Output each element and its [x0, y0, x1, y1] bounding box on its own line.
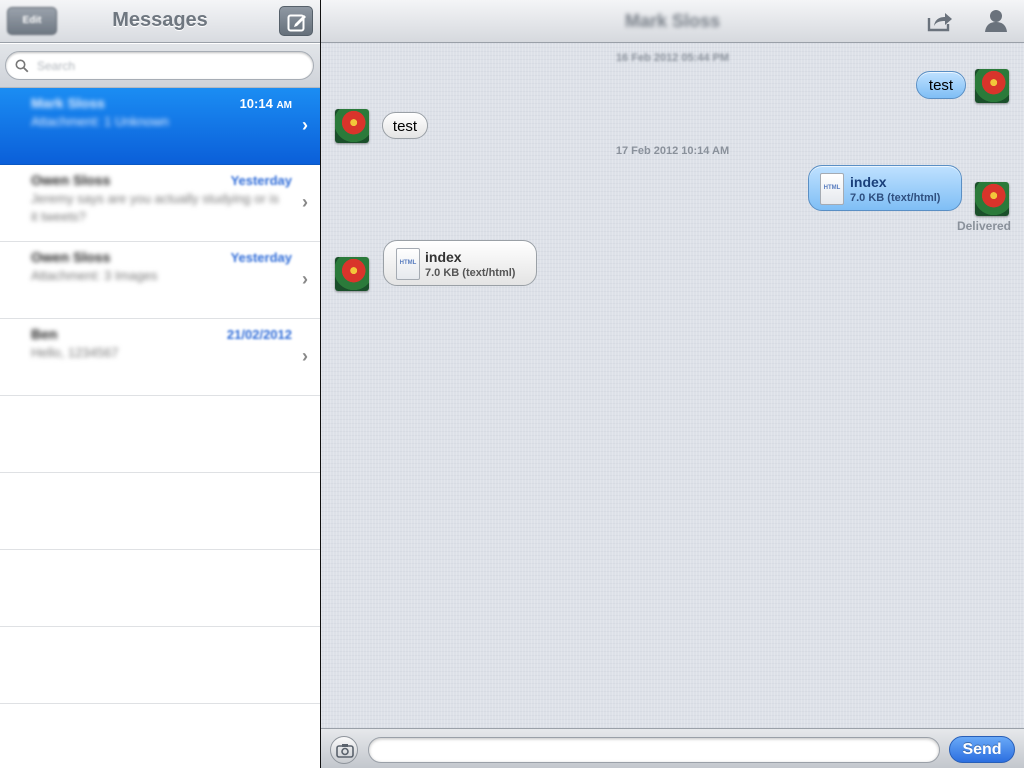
outgoing-attachment-bubble[interactable]: HTML index 7.0 KB (text/html) [808, 165, 962, 211]
chevron-right-icon: › [302, 269, 308, 289]
search-input[interactable]: Search [5, 51, 314, 80]
conversation-name: Ben [31, 326, 58, 342]
message-timestamp: 16 Feb 2012 05:44 PM [615, 52, 730, 64]
conversation-time: Yesterday [230, 173, 292, 188]
conversation-preview: Attachment: 3 Images [31, 268, 158, 283]
conversation-name: Owen Sloss [31, 249, 111, 265]
delivered-status: Delivered [956, 219, 1011, 233]
contact-icon[interactable] [985, 9, 1007, 33]
messages-title: Messages [112, 9, 208, 31]
conversation-time: Yesterday [230, 250, 292, 265]
conversation-item[interactable]: Owen Sloss Yesterday Attachment: 3 Image… [0, 242, 320, 319]
avatar [335, 257, 369, 291]
conversation-name: Mark Sloss [31, 95, 105, 111]
contact-name: Mark Sloss [624, 11, 721, 31]
incoming-message-bubble[interactable]: test [382, 112, 428, 139]
chevron-right-icon: › [302, 192, 308, 212]
camera-icon [336, 744, 354, 758]
compose-icon [287, 14, 306, 32]
attachment-size: 7.0 KB (text/html) [850, 192, 941, 204]
html-file-icon: HTML [820, 173, 844, 205]
conversation-name: Owen Sloss [31, 172, 111, 188]
chevron-right-icon: › [302, 346, 308, 366]
empty-row [0, 396, 320, 473]
compose-bar: Send [321, 728, 1024, 768]
conversation-preview: Jeremy says are you actually studying or… [31, 191, 279, 224]
message-timestamp: 17 Feb 2012 10:14 AM [615, 145, 730, 157]
incoming-attachment-bubble[interactable]: HTML index 7.0 KB (text/html) [383, 240, 537, 286]
search-placeholder: Search [37, 59, 76, 73]
avatar [975, 69, 1009, 103]
attachment-size: 7.0 KB (text/html) [425, 267, 516, 279]
share-icon[interactable] [927, 9, 953, 33]
avatar [975, 182, 1009, 216]
conversation-preview: Attachment: 1 Unknown [31, 114, 170, 129]
message-text: test [928, 77, 954, 94]
thread-nav-bar: Mark Sloss [321, 0, 1024, 43]
search-icon [15, 59, 29, 73]
empty-row [0, 473, 320, 550]
html-file-icon: HTML [396, 248, 420, 280]
conversation-time: 10:14 AM [239, 96, 292, 111]
conversation-time: 21/02/2012 [226, 327, 292, 342]
search-bar: Search [0, 44, 320, 88]
messages-nav-bar: Edit Messages [0, 0, 320, 43]
attachment-name: index [425, 249, 462, 265]
attachment-name: index [850, 174, 887, 190]
chevron-right-icon: › [302, 115, 308, 135]
avatar [335, 109, 369, 143]
conversation-list-pane: Edit Messages Search Mark Sloss 10:14 AM… [0, 0, 320, 768]
message-text: test [392, 118, 418, 135]
conversation-preview: Hello, 1234567 [31, 345, 119, 360]
send-button[interactable]: Send [949, 736, 1015, 763]
empty-row [0, 550, 320, 627]
outgoing-message-bubble[interactable]: test [916, 71, 966, 99]
conversation-item[interactable]: Mark Sloss 10:14 AM Attachment: 1 Unknow… [0, 88, 320, 165]
camera-button[interactable] [330, 736, 358, 764]
conversation-item[interactable]: Owen Sloss Yesterday Jeremy says are you… [0, 165, 320, 242]
message-thread-pane: Mark Sloss 16 Feb 2012 05:44 PM test tes… [321, 0, 1024, 768]
compose-button[interactable] [279, 6, 313, 36]
empty-row [0, 627, 320, 704]
message-input[interactable] [368, 737, 940, 763]
conversation-item[interactable]: Ben 21/02/2012 Hello, 1234567 › [0, 319, 320, 396]
